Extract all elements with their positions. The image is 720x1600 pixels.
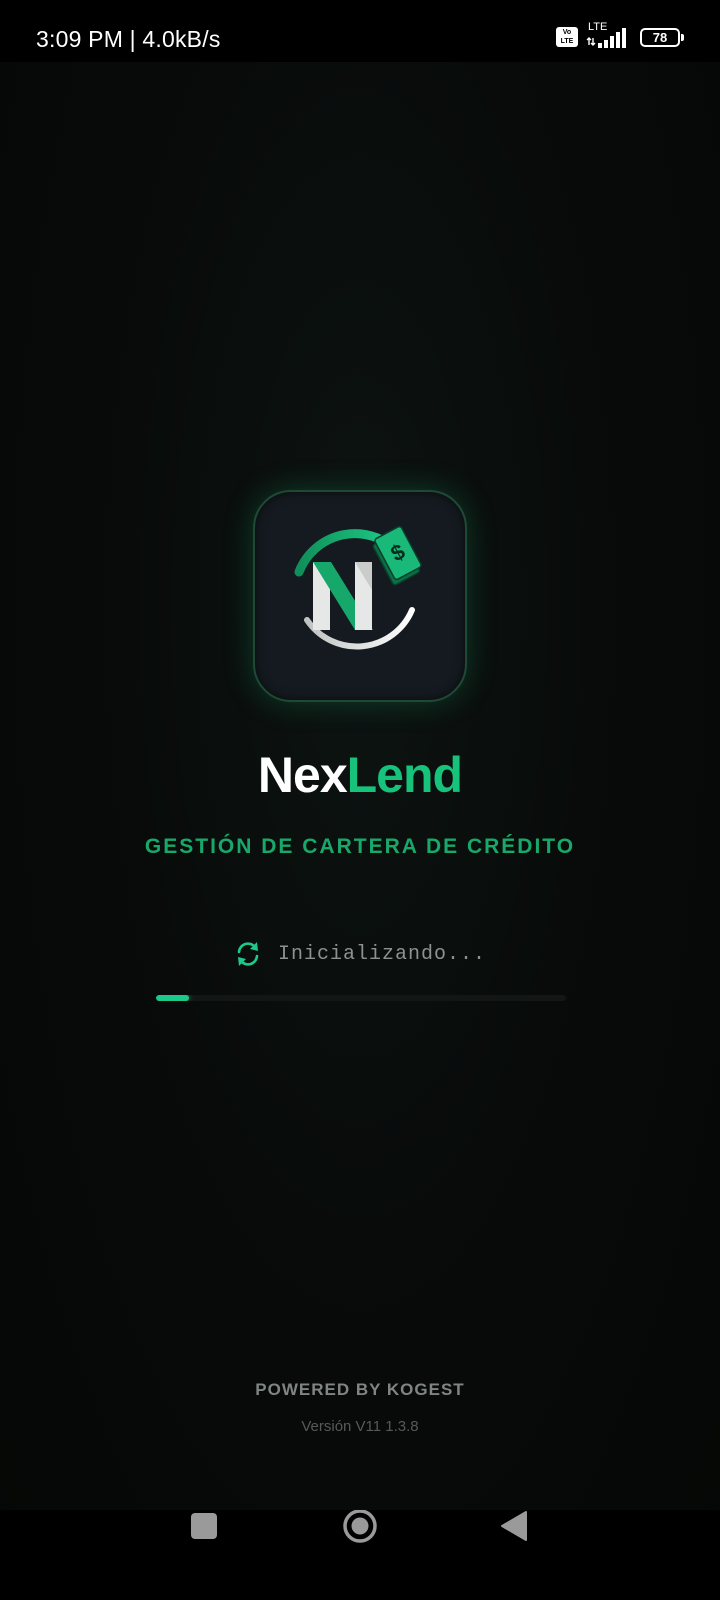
battery-icon: 78 <box>640 27 684 47</box>
sync-icon <box>237 942 259 966</box>
home-button[interactable] <box>320 1509 400 1600</box>
app-tagline: GESTIÓN DE CARTERA DE CRÉDITO <box>144 835 576 858</box>
nexlend-logo-icon: $ <box>294 525 422 650</box>
app-title: NexLend <box>0 746 720 804</box>
recent-apps-icon <box>191 1513 217 1539</box>
splash-screen: 3:09 PM | 4.0kB/s Vo LTE LTE 78 $ NexLen… <box>0 0 720 1600</box>
recent-apps-button[interactable] <box>164 1510 244 1600</box>
back-button[interactable] <box>474 1510 554 1600</box>
app-title-part-2: Lend <box>346 747 463 803</box>
home-icon <box>343 1509 377 1543</box>
app-logo: $ <box>253 490 467 702</box>
progress-bar <box>156 995 566 1001</box>
status-icons: Vo LTE LTE 78 <box>556 21 684 50</box>
powered-by-label: POWERED BY KOGEST <box>255 1380 465 1399</box>
status-time-speed: 3:09 PM | 4.0kB/s <box>36 26 221 52</box>
network-type: LTE <box>588 21 608 33</box>
status-bar: 3:09 PM | 4.0kB/s Vo LTE LTE 78 <box>0 0 720 62</box>
loading-text: Inicializando... <box>277 942 487 966</box>
volte-bottom-label: LTE <box>560 38 574 45</box>
system-nav-bar <box>0 1509 720 1600</box>
signal-icon: LTE <box>586 21 632 50</box>
volte-top-label: Vo <box>562 29 572 36</box>
progress-fill <box>156 995 189 1001</box>
app-title-part-1: Nex <box>257 747 348 803</box>
version-label: Versión V11 1.3.8 <box>301 1418 419 1435</box>
volte-icon: Vo LTE <box>556 27 578 47</box>
loading-status: Inicializando... <box>0 940 720 968</box>
back-icon <box>501 1511 527 1541</box>
battery-level: 78 <box>652 29 668 45</box>
